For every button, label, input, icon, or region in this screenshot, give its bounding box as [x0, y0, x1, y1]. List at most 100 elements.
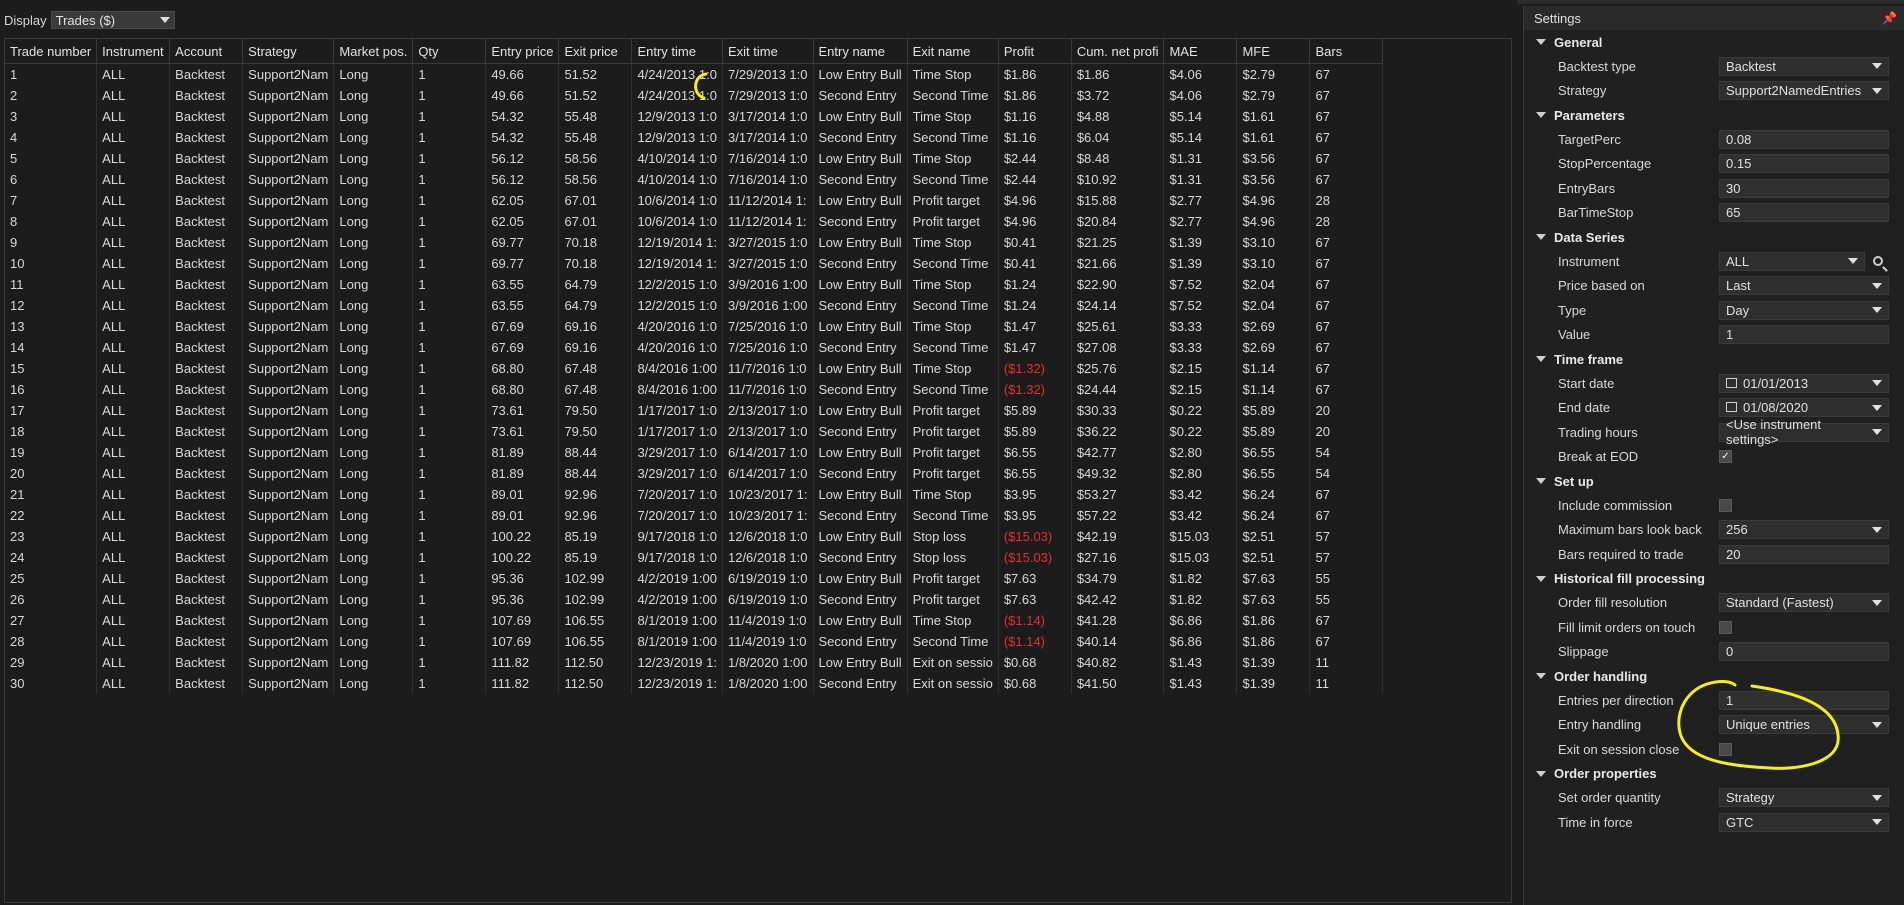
- settings-section-header[interactable]: Data Series: [1524, 225, 1904, 249]
- table-row[interactable]: 6 ALL Backtest Support2Nam Long 1 56.12 58.56 4/…: [5, 169, 1384, 190]
- column-header[interactable]: Profit: [998, 39, 1072, 64]
- table-row[interactable]: 5 ALL Backtest Support2Nam Long 1 56.12 58.56 4/…: [5, 148, 1384, 169]
- table-row[interactable]: 25 ALL Backtest Support2Nam Long 1 95.36 102.99…: [5, 568, 1384, 589]
- setting-input[interactable]: 20: [1719, 544, 1889, 564]
- table-row[interactable]: 12 ALL Backtest Support2Nam Long 1 63.55 64.79 1…: [5, 295, 1384, 316]
- table-row[interactable]: 4 ALL Backtest Support2Nam Long 1 54.32 55.48 12…: [5, 127, 1384, 148]
- trades-grid[interactable]: Trade number Instrument Account Strategy Mar…: [4, 38, 1512, 903]
- collapse-triangle-icon[interactable]: [1536, 39, 1546, 45]
- chevron-down-icon[interactable]: [1872, 404, 1882, 411]
- setting-dropdown[interactable]: Last: [1719, 276, 1889, 296]
- column-header[interactable]: Cum. net profi: [1071, 39, 1165, 64]
- settings-section-header[interactable]: Order properties: [1524, 762, 1904, 786]
- setting-checkbox[interactable]: [1719, 742, 1732, 756]
- settings-section-header[interactable]: Time frame: [1524, 347, 1904, 371]
- settings-section-header[interactable]: General: [1524, 30, 1904, 54]
- settings-section-header[interactable]: Set up: [1524, 469, 1904, 493]
- settings-section-header[interactable]: Order handling: [1524, 664, 1904, 688]
- chevron-down-icon[interactable]: [1872, 87, 1882, 94]
- collapse-triangle-icon[interactable]: [1536, 575, 1546, 582]
- chevron-down-icon[interactable]: [1872, 282, 1882, 289]
- setting-dropdown[interactable]: Strategy: [1719, 788, 1889, 808]
- table-row[interactable]: 30 ALL Backtest Support2Nam Long 1 111.82 112.5…: [5, 673, 1384, 694]
- setting-dropdown[interactable]: Backtest: [1719, 56, 1889, 76]
- chevron-down-icon[interactable]: [1872, 307, 1882, 314]
- column-header[interactable]: Entry price: [485, 39, 560, 64]
- chevron-down-icon[interactable]: [1872, 380, 1882, 387]
- setting-input[interactable]: 30: [1719, 178, 1889, 198]
- table-row[interactable]: 23 ALL Backtest Support2Nam Long 1 100.22 85.19…: [5, 526, 1384, 547]
- table-row[interactable]: 11 ALL Backtest Support2Nam Long 1 63.55 64.79 1…: [5, 274, 1384, 295]
- column-header[interactable]: MAE: [1163, 39, 1238, 64]
- table-row[interactable]: 8 ALL Backtest Support2Nam Long 1 62.05 67.01 10…: [5, 211, 1384, 232]
- table-row[interactable]: 9 ALL Backtest Support2Nam Long 1 69.77 70.18 12…: [5, 232, 1384, 253]
- collapse-triangle-icon[interactable]: [1536, 112, 1546, 118]
- setting-input[interactable]: 0: [1719, 642, 1889, 662]
- chevron-down-icon[interactable]: [1872, 599, 1882, 606]
- column-header[interactable]: Market pos.: [333, 39, 414, 64]
- date-picker[interactable]: 01/01/2013: [1719, 373, 1889, 393]
- column-header[interactable]: Trade number: [5, 39, 98, 64]
- display-dropdown[interactable]: Trades ($): [50, 11, 175, 29]
- column-header[interactable]: Qty: [412, 39, 487, 64]
- table-row[interactable]: 15 ALL Backtest Support2Nam Long 1 68.80 67.48 8…: [5, 358, 1384, 379]
- collapse-triangle-icon[interactable]: [1536, 673, 1546, 679]
- table-row[interactable]: 20 ALL Backtest Support2Nam Long 1 81.89 88.44 3…: [5, 463, 1384, 484]
- setting-input[interactable]: 0.15: [1719, 154, 1889, 174]
- column-header[interactable]: Entry name: [813, 39, 908, 64]
- setting-dropdown[interactable]: <Use instrument settings>: [1719, 417, 1889, 447]
- setting-dropdown[interactable]: Standard (Fastest): [1719, 593, 1889, 613]
- setting-dropdown[interactable]: Day: [1719, 300, 1889, 320]
- collapse-triangle-icon[interactable]: [1536, 234, 1546, 240]
- setting-input[interactable]: 65: [1719, 203, 1889, 223]
- setting-dropdown[interactable]: GTC: [1719, 812, 1889, 832]
- table-row[interactable]: 13 ALL Backtest Support2Nam Long 1 67.69 69.16 4…: [5, 316, 1384, 337]
- date-picker[interactable]: 01/08/2020: [1719, 398, 1889, 418]
- table-row[interactable]: 3 ALL Backtest Support2Nam Long 1 54.32 55.48 12…: [5, 106, 1384, 127]
- column-header[interactable]: Strategy: [242, 39, 335, 64]
- chevron-down-icon[interactable]: [1848, 258, 1858, 265]
- setting-dropdown[interactable]: 256: [1719, 520, 1889, 540]
- setting-checkbox[interactable]: ✓: [1719, 450, 1732, 464]
- table-row[interactable]: 14 ALL Backtest Support2Nam Long 1 67.69 69.16 4…: [5, 337, 1384, 358]
- collapse-triangle-icon[interactable]: [1536, 356, 1546, 362]
- table-row[interactable]: 29 ALL Backtest Support2Nam Long 1 111.82 112.5…: [5, 652, 1384, 673]
- setting-input[interactable]: 1: [1719, 325, 1889, 345]
- column-header[interactable]: Account: [169, 39, 244, 64]
- table-row[interactable]: 7 ALL Backtest Support2Nam Long 1 62.05 67.01 10…: [5, 190, 1384, 211]
- chevron-down-icon[interactable]: [1872, 63, 1882, 70]
- table-row[interactable]: 22 ALL Backtest Support2Nam Long 1 89.01 92.96 7…: [5, 505, 1384, 526]
- column-header[interactable]: Exit name: [907, 39, 999, 64]
- column-header[interactable]: Exit price: [558, 39, 633, 64]
- table-row[interactable]: 19 ALL Backtest Support2Nam Long 1 81.89 88.44 3…: [5, 442, 1384, 463]
- search-icon[interactable]: [1873, 256, 1883, 267]
- table-row[interactable]: 2 ALL Backtest Support2Nam Long 1 49.66 51.52 4/…: [5, 85, 1384, 106]
- setting-input[interactable]: 1: [1719, 690, 1889, 710]
- column-header[interactable]: Exit time: [722, 39, 814, 64]
- settings-section-header[interactable]: Historical fill processing: [1524, 567, 1904, 591]
- setting-checkbox[interactable]: [1719, 620, 1732, 634]
- settings-section-header[interactable]: Parameters: [1524, 103, 1904, 127]
- chevron-down-icon[interactable]: [1872, 819, 1882, 826]
- table-row[interactable]: 27 ALL Backtest Support2Nam Long 1 107.69 106.5…: [5, 610, 1384, 631]
- setting-dropdown[interactable]: ALL: [1719, 251, 1865, 271]
- table-row[interactable]: 16 ALL Backtest Support2Nam Long 1 68.80 67.48 8…: [5, 379, 1384, 400]
- table-row[interactable]: 18 ALL Backtest Support2Nam Long 1 73.61 79.50 1…: [5, 421, 1384, 442]
- setting-input[interactable]: 0.08: [1719, 129, 1889, 149]
- table-row[interactable]: 26 ALL Backtest Support2Nam Long 1 95.36 102.99…: [5, 589, 1384, 610]
- collapse-triangle-icon[interactable]: [1536, 770, 1546, 777]
- setting-dropdown[interactable]: Support2NamedEntries: [1719, 81, 1889, 101]
- pin-icon[interactable]: 📌: [1882, 11, 1897, 25]
- chevron-down-icon[interactable]: [1872, 429, 1882, 436]
- table-row[interactable]: 21 ALL Backtest Support2Nam Long 1 89.01 92.96 7…: [5, 484, 1384, 505]
- table-row[interactable]: 10 ALL Backtest Support2Nam Long 1 69.77 70.18 1…: [5, 253, 1384, 274]
- chevron-down-icon[interactable]: [1872, 526, 1882, 533]
- setting-dropdown[interactable]: Unique entries: [1719, 715, 1889, 735]
- chevron-down-icon[interactable]: [1872, 794, 1882, 801]
- chevron-down-icon[interactable]: [1872, 721, 1882, 728]
- column-header[interactable]: Entry time: [631, 39, 723, 64]
- column-header[interactable]: Bars: [1309, 39, 1384, 64]
- table-row[interactable]: 24 ALL Backtest Support2Nam Long 1 100.22 85.19…: [5, 547, 1384, 568]
- collapse-triangle-icon[interactable]: [1536, 478, 1546, 484]
- column-header[interactable]: Instrument: [96, 39, 171, 64]
